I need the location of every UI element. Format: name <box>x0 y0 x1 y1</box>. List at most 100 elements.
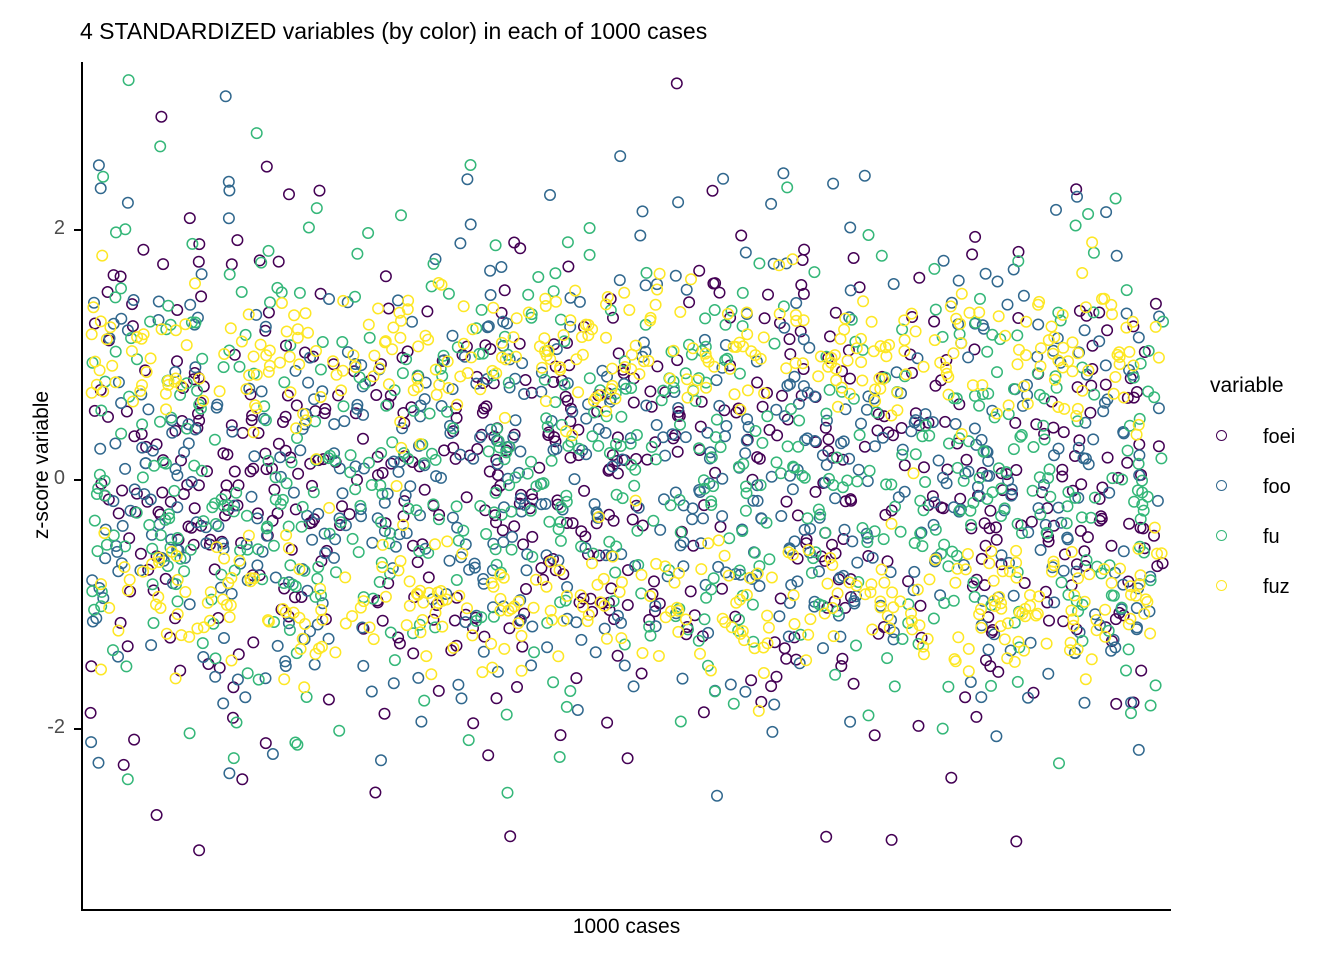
scatter-point <box>919 476 932 488</box>
scatter-point <box>568 473 581 486</box>
scatter-point <box>218 552 231 565</box>
scatter-point <box>489 239 502 252</box>
scatter-point <box>788 370 801 383</box>
scatter-point <box>674 306 687 318</box>
scatter-point <box>575 331 588 343</box>
scatter-point <box>711 789 723 802</box>
scatter-point <box>351 247 364 260</box>
scatter-point <box>219 90 232 103</box>
scatter-point <box>119 223 132 236</box>
scatter-point <box>188 502 201 515</box>
scatter-point <box>262 244 275 257</box>
scatter-point <box>945 771 958 784</box>
scatter-point <box>476 666 489 679</box>
scatter-point <box>84 706 97 719</box>
legend-item-label: foo <box>1263 476 1291 498</box>
scatter-point <box>716 582 728 595</box>
scatter-point <box>739 504 752 517</box>
scatter-point <box>852 463 865 476</box>
legend-item-fuz[interactable]: fuz <box>1208 562 1338 612</box>
scatter-point <box>710 374 723 387</box>
scatter-point <box>226 425 239 438</box>
scatter-point <box>653 267 666 280</box>
scatter-point <box>1100 206 1113 219</box>
scatter-point <box>1120 284 1133 297</box>
scatter-point <box>96 249 109 262</box>
scatter-point <box>694 647 706 660</box>
scatter-point <box>962 351 975 364</box>
scatter-point <box>862 709 875 722</box>
scatter-point <box>396 367 409 380</box>
scatter-point <box>913 271 926 284</box>
scatter-point <box>1011 329 1024 342</box>
scatter-point <box>311 572 324 585</box>
scatter-point <box>328 418 341 431</box>
scatter-point <box>917 360 930 373</box>
scatter-point <box>557 614 570 627</box>
scatter-point <box>329 646 342 659</box>
scatter-point <box>248 450 261 463</box>
scatter-point <box>516 357 529 370</box>
scatter-point <box>1152 351 1165 364</box>
scatter-point <box>1031 367 1044 380</box>
scatter-point <box>511 681 523 693</box>
scatter-point <box>525 659 538 672</box>
scatter-point <box>728 388 741 401</box>
scatter-point <box>283 624 296 636</box>
scatter-point <box>349 290 361 303</box>
scatter-point <box>302 326 314 339</box>
scatter-point <box>1123 345 1136 358</box>
scatter-point <box>357 408 370 421</box>
scatter-point <box>1057 615 1070 628</box>
scatter-point <box>382 302 395 315</box>
scatter-point <box>681 373 693 386</box>
scatter-point <box>268 483 281 496</box>
scatter-point <box>942 680 955 693</box>
scatter-point <box>718 549 731 562</box>
scatter-point <box>871 424 884 437</box>
scatter-point <box>400 619 413 632</box>
scatter-point <box>333 724 346 737</box>
scatter-point <box>302 221 315 234</box>
scatter-point <box>1110 697 1123 710</box>
scatter-point <box>571 704 584 716</box>
scatter-point <box>506 530 519 543</box>
scatter-point <box>788 535 801 548</box>
scatter-point <box>618 659 631 672</box>
legend-item-foo[interactable]: foo <box>1208 462 1338 512</box>
scatter-point <box>809 485 822 498</box>
scatter-point <box>363 621 376 634</box>
scatter-point <box>628 479 641 492</box>
scatter-point <box>450 574 463 586</box>
scatter-point <box>389 540 402 553</box>
scatter-point <box>751 376 764 389</box>
scatter-point <box>250 127 263 140</box>
scatter-point <box>947 594 960 607</box>
scatter-point <box>654 523 667 536</box>
scatter-point <box>761 410 774 423</box>
scatter-point <box>459 616 472 629</box>
scatter-point <box>797 314 810 327</box>
scatter-point <box>94 315 107 328</box>
scatter-point <box>109 437 122 450</box>
scatter-point <box>841 354 854 367</box>
scatter-point <box>1120 321 1133 334</box>
scatter-point <box>1056 470 1069 483</box>
scatter-point <box>192 255 205 268</box>
scatter-point <box>168 484 181 497</box>
scatter-point <box>233 360 246 373</box>
scatter-point <box>984 504 997 517</box>
scatter-point <box>122 74 135 87</box>
scatter-point <box>97 170 110 183</box>
scatter-point <box>990 533 1003 546</box>
scatter-point <box>1034 508 1047 521</box>
scatter-point <box>302 376 315 389</box>
scatter-point <box>315 604 328 616</box>
scatter-point <box>698 613 711 626</box>
legend-item-foei[interactable]: foei <box>1208 412 1338 462</box>
scatter-point <box>1096 481 1109 494</box>
scatter-point <box>362 227 375 239</box>
legend-item-fu[interactable]: fu <box>1208 512 1338 562</box>
scatter-point <box>278 376 291 389</box>
scatter-point <box>968 590 981 603</box>
